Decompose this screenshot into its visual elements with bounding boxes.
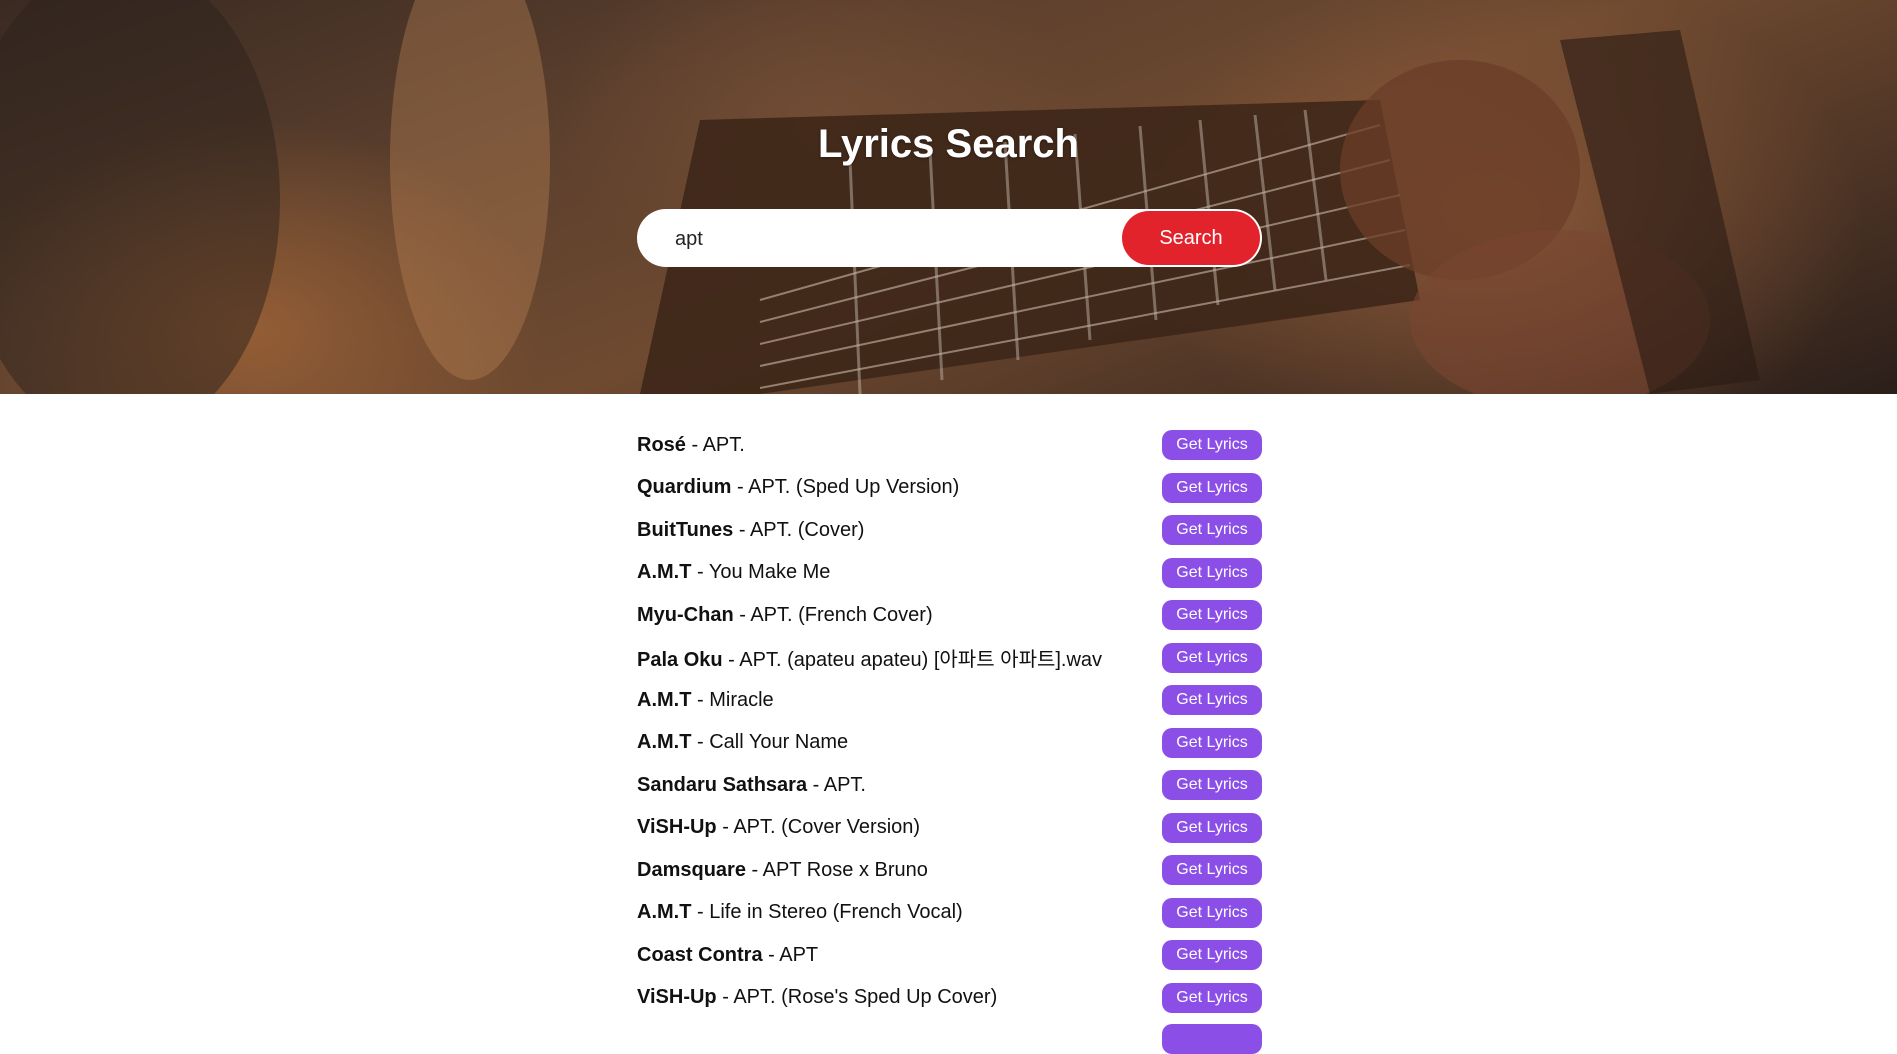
hero-banner: Lyrics Search Search bbox=[0, 0, 1897, 394]
search-input[interactable] bbox=[673, 209, 1097, 269]
result-item: Damsquare - APT Rose x Bruno Get Lyrics bbox=[637, 849, 1262, 892]
song-text: A.M.T - Call Your Name bbox=[637, 731, 848, 754]
search-button[interactable]: Search bbox=[1122, 211, 1260, 265]
separator: - bbox=[722, 649, 740, 672]
get-lyrics-button[interactable]: Get Lyrics bbox=[1162, 685, 1262, 716]
song-text: Myu-Chan - APT. (French Cover) bbox=[637, 604, 933, 627]
artist-name: Sandaru Sathsara bbox=[637, 773, 808, 796]
separator: - bbox=[716, 816, 734, 839]
song-text: BuitTunes - APT. (Cover) bbox=[637, 519, 864, 542]
result-item: Quardium - APT. (Sped Up Version) Get Lyr… bbox=[637, 467, 1262, 510]
get-lyrics-button[interactable]: Get Lyrics bbox=[1162, 430, 1262, 461]
song-text: A.M.T - You Make Me bbox=[637, 561, 830, 584]
separator: - bbox=[733, 518, 750, 541]
song-title: APT Rose x Bruno bbox=[762, 858, 928, 881]
result-item: ViSH-Up - APT. (Cover Version) Get Lyrics bbox=[637, 807, 1262, 850]
song-text: Quardium - APT. (Sped Up Version) bbox=[637, 476, 959, 499]
artist-name: A.M.T bbox=[637, 901, 692, 924]
song-title: Call Your Name bbox=[709, 731, 849, 754]
get-lyrics-button[interactable]: Get Lyrics bbox=[1162, 982, 1262, 1013]
get-lyrics-button[interactable]: Get Lyrics bbox=[1162, 897, 1262, 928]
artist-name: Quardium bbox=[637, 476, 732, 499]
song-text: ViSH-Up - APT. (Rose's Sped Up Cover) bbox=[637, 986, 997, 1009]
result-item: A.M.T - You Make Me Get Lyrics bbox=[637, 552, 1262, 595]
get-lyrics-button[interactable]: Get Lyrics bbox=[1162, 600, 1262, 631]
separator: - bbox=[733, 603, 751, 626]
search-bar: Search bbox=[637, 209, 1262, 269]
artist-name: Pala Oku bbox=[637, 649, 723, 672]
result-item: BuitTunes - APT. (Cover) Get Lyrics bbox=[637, 509, 1262, 552]
song-text: Sandaru Sathsara - APT. bbox=[637, 774, 866, 797]
song-text: Coast Contra - APT bbox=[637, 944, 818, 967]
result-item: Pala Oku - APT. (apateu apateu) [아파트 아파트… bbox=[637, 637, 1262, 680]
song-title: APT. (apateu apateu) [아파트 아파트].wav bbox=[739, 649, 1103, 672]
song-title: APT. (Rose's Sped Up Cover) bbox=[733, 986, 998, 1009]
song-title: You Make Me bbox=[708, 561, 831, 584]
artist-name: A.M.T bbox=[637, 561, 692, 584]
result-item: Rosé - APT. Get Lyrics bbox=[637, 424, 1262, 467]
result-item: Myu-Chan - APT. (French Cover) Get Lyrics bbox=[637, 594, 1262, 637]
artist-name: BuitTunes bbox=[637, 518, 734, 541]
song-text: ViSH-Up - APT. (Cover Version) bbox=[637, 816, 920, 839]
artist-name: Myu-Chan bbox=[637, 603, 734, 626]
get-lyrics-button[interactable]: Get Lyrics bbox=[1162, 515, 1262, 546]
artist-name: Coast Contra bbox=[637, 943, 763, 966]
page-title: Lyrics Search bbox=[818, 122, 1079, 166]
artist-name: A.M.T bbox=[637, 688, 692, 711]
artist-name: A.M.T bbox=[637, 731, 692, 754]
get-lyrics-button-partial[interactable] bbox=[1162, 1024, 1262, 1054]
separator: - bbox=[685, 433, 703, 456]
result-item: A.M.T - Call Your Name Get Lyrics bbox=[637, 722, 1262, 765]
song-title: APT. (Cover) bbox=[749, 518, 865, 541]
result-item: A.M.T - Miracle Get Lyrics bbox=[637, 679, 1262, 722]
get-lyrics-button[interactable]: Get Lyrics bbox=[1162, 855, 1262, 886]
get-lyrics-button[interactable]: Get Lyrics bbox=[1162, 770, 1262, 801]
artist-name: Rosé bbox=[637, 433, 686, 456]
song-title: APT bbox=[779, 943, 819, 966]
separator: - bbox=[807, 773, 824, 796]
song-title: APT. (Cover Version) bbox=[733, 816, 921, 839]
song-text: A.M.T - Life in Stereo (French Vocal) bbox=[637, 901, 963, 924]
artist-name: ViSH-Up bbox=[637, 816, 717, 839]
separator: - bbox=[731, 476, 749, 499]
result-item: ViSH-Up - APT. (Rose's Sped Up Cover) Get… bbox=[637, 977, 1262, 1020]
get-lyrics-button[interactable]: Get Lyrics bbox=[1162, 940, 1262, 971]
artist-name: ViSH-Up bbox=[637, 986, 717, 1009]
get-lyrics-button[interactable]: Get Lyrics bbox=[1162, 557, 1262, 588]
artist-name: Damsquare bbox=[637, 858, 746, 881]
song-title: APT. (French Cover) bbox=[750, 603, 933, 626]
result-item: Coast Contra - APT Get Lyrics bbox=[637, 934, 1262, 977]
song-title: APT. bbox=[823, 773, 866, 796]
separator: - bbox=[691, 688, 710, 711]
song-text: A.M.T - Miracle bbox=[637, 689, 774, 712]
results-list: Rosé - APT. Get Lyrics Quardium - APT. (Sp… bbox=[637, 424, 1262, 1019]
separator: - bbox=[716, 986, 734, 1009]
get-lyrics-button[interactable]: Get Lyrics bbox=[1162, 642, 1262, 673]
separator: - bbox=[745, 858, 763, 881]
guitar-background-image bbox=[0, 0, 1760, 394]
song-text: Damsquare - APT Rose x Bruno bbox=[637, 859, 928, 882]
get-lyrics-button[interactable]: Get Lyrics bbox=[1162, 812, 1262, 843]
separator: - bbox=[762, 943, 780, 966]
song-text: Pala Oku - APT. (apateu apateu) [아파트 아파트… bbox=[637, 643, 1102, 672]
separator: - bbox=[691, 561, 709, 584]
song-title: APT. (Sped Up Version) bbox=[748, 476, 960, 499]
result-item: Sandaru Sathsara - APT. Get Lyrics bbox=[637, 764, 1262, 807]
song-text: Rosé - APT. bbox=[637, 434, 745, 457]
song-title: APT. bbox=[702, 433, 745, 456]
song-title: Miracle bbox=[709, 688, 774, 711]
separator: - bbox=[691, 901, 710, 924]
song-title: Life in Stereo (French Vocal) bbox=[709, 901, 963, 924]
separator: - bbox=[691, 731, 710, 754]
get-lyrics-button[interactable]: Get Lyrics bbox=[1162, 727, 1262, 758]
result-item: A.M.T - Life in Stereo (French Vocal) Get… bbox=[637, 892, 1262, 935]
get-lyrics-button[interactable]: Get Lyrics bbox=[1162, 472, 1262, 503]
